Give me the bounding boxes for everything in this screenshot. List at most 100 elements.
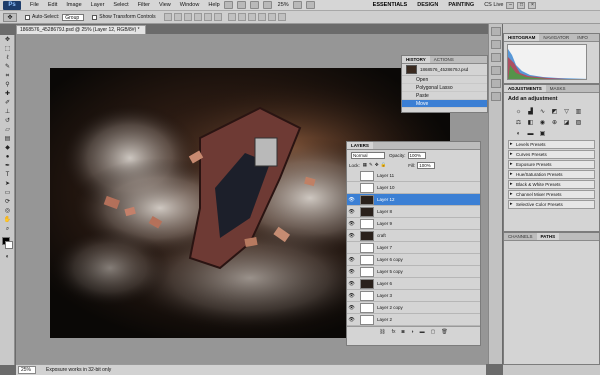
- distribute-hcenter-icon[interactable]: [267, 13, 276, 21]
- lock-position-icon[interactable]: ✥: [375, 162, 379, 168]
- distribute-vcenter-icon[interactable]: [237, 13, 246, 21]
- zoom-level[interactable]: 25%: [278, 2, 289, 8]
- visibility-eye-icon[interactable]: 👁: [347, 197, 356, 203]
- curves-icon[interactable]: ∿: [538, 108, 547, 116]
- tab-navigator[interactable]: NAVIGATOR: [539, 34, 573, 41]
- crop-tool-icon[interactable]: ⌗: [2, 72, 13, 80]
- move-tool-icon[interactable]: ✥: [2, 36, 13, 44]
- adjustment-preset-item[interactable]: Channel Mixer Presets: [508, 190, 595, 199]
- shape-tool-icon[interactable]: ▭: [2, 189, 13, 197]
- history-snapshot[interactable]: 1868576_4528679J.psd: [402, 64, 487, 76]
- workspace-painting[interactable]: PAINTING: [448, 2, 474, 8]
- healing-brush-tool-icon[interactable]: ✚: [2, 90, 13, 98]
- align-bottom-icon[interactable]: [183, 13, 192, 21]
- gradient-map-icon[interactable]: ▬: [526, 130, 535, 138]
- visibility-eye-icon[interactable]: 👁: [347, 221, 356, 227]
- menu-select[interactable]: Select: [113, 2, 128, 8]
- zoom-tool-icon[interactable]: ⌕: [2, 225, 13, 233]
- hand-tool-icon[interactable]: ✋: [2, 216, 13, 224]
- auto-select-checkbox[interactable]: [25, 14, 30, 20]
- align-top-icon[interactable]: [163, 13, 172, 21]
- layer-style-icon[interactable]: fx: [392, 329, 396, 335]
- history-brush-tool-icon[interactable]: ↺: [2, 117, 13, 125]
- distribute-left-icon[interactable]: [257, 13, 266, 21]
- lasso-tool-icon[interactable]: ℓ: [2, 54, 13, 62]
- distribute-right-icon[interactable]: [277, 13, 286, 21]
- 3d-orbit-tool-icon[interactable]: ◎: [2, 207, 13, 215]
- menu-help[interactable]: Help: [208, 2, 219, 8]
- threshold-icon[interactable]: ◐: [514, 130, 523, 138]
- tab-histogram[interactable]: HISTOGRAM: [504, 34, 540, 41]
- close-icon[interactable]: ×: [528, 1, 537, 9]
- adjustment-preset-item[interactable]: Selective Color Presets: [508, 200, 595, 209]
- marquee-tool-icon[interactable]: ⬚: [2, 45, 13, 53]
- history-step[interactable]: Paste: [402, 92, 487, 100]
- history-step[interactable]: Move: [402, 100, 487, 108]
- color-balance-icon[interactable]: ⚖: [514, 119, 523, 127]
- eyedropper-tool-icon[interactable]: ⚲: [2, 81, 13, 89]
- status-zoom-field[interactable]: 25%: [18, 366, 36, 374]
- distribute-top-icon[interactable]: [227, 13, 236, 21]
- channel-mixer-icon[interactable]: ⊕: [550, 119, 559, 127]
- document-tab[interactable]: 1868576_4528679J.psd @ 25% (Layer 12, RG…: [16, 25, 146, 34]
- visibility-eye-icon[interactable]: 👁: [347, 281, 356, 287]
- dock-brushes-icon[interactable]: [491, 53, 501, 62]
- menu-window[interactable]: Window: [180, 2, 200, 8]
- layer-row[interactable]: 👁 Layer 2 copy: [347, 302, 480, 314]
- tab-actions[interactable]: ACTIONS: [430, 56, 458, 63]
- exposure-icon[interactable]: ◩: [550, 108, 559, 116]
- align-left-icon[interactable]: [193, 13, 202, 21]
- maximize-icon[interactable]: □: [517, 1, 526, 9]
- move-tool-icon[interactable]: ✥: [3, 12, 17, 22]
- lock-pixels-icon[interactable]: ✎: [369, 162, 373, 168]
- auto-select-dropdown[interactable]: Group: [62, 13, 85, 21]
- new-group-icon[interactable]: ▬: [420, 329, 425, 335]
- visibility-eye-icon[interactable]: 👁: [347, 257, 356, 263]
- menu-file[interactable]: File: [30, 2, 39, 8]
- tab-paths[interactable]: PATHS: [536, 233, 560, 240]
- layer-row[interactable]: 👁 Layer 6: [347, 278, 480, 290]
- adjustment-preset-item[interactable]: Black & White Presets: [508, 180, 595, 189]
- zoom-tool-button[interactable]: [262, 1, 272, 9]
- layer-row[interactable]: 👁 craft: [347, 230, 480, 242]
- layer-row[interactable]: Layer 7: [347, 242, 480, 254]
- hand-tool-button[interactable]: [249, 1, 259, 9]
- dock-clone-source-icon[interactable]: [491, 66, 501, 75]
- layer-row[interactable]: Layer 10: [347, 182, 480, 194]
- adjustment-preset-item[interactable]: Curves Presets: [508, 150, 595, 159]
- layer-row[interactable]: 👁 Layer 9: [347, 218, 480, 230]
- layer-row[interactable]: 👁 Layer 5 copy: [347, 266, 480, 278]
- opacity-field[interactable]: 100%: [407, 151, 426, 159]
- layer-row[interactable]: 👁 Layer 3: [347, 290, 480, 302]
- fill-field[interactable]: 100%: [417, 161, 436, 169]
- visibility-eye-icon[interactable]: 👁: [347, 209, 356, 215]
- menu-view[interactable]: View: [159, 2, 171, 8]
- history-step[interactable]: Polygonal Lasso: [402, 84, 487, 92]
- dock-paragraph-icon[interactable]: [491, 92, 501, 101]
- black-white-icon[interactable]: ◧: [526, 119, 535, 127]
- blend-mode-dropdown[interactable]: Normal: [351, 151, 385, 159]
- menu-layer[interactable]: Layer: [91, 2, 105, 8]
- visibility-eye-icon[interactable]: 👁: [347, 305, 356, 311]
- tab-adjustments[interactable]: ADJUSTMENTS: [504, 85, 546, 92]
- lock-transparency-icon[interactable]: ▦: [363, 162, 367, 168]
- new-layer-icon[interactable]: ▢: [431, 329, 436, 335]
- dock-swatches-icon[interactable]: [491, 40, 501, 49]
- levels-icon[interactable]: ▟: [526, 108, 535, 116]
- adjustment-layer-icon[interactable]: ◑: [411, 329, 414, 335]
- tab-info[interactable]: INFO: [573, 34, 592, 41]
- posterize-icon[interactable]: ▨: [574, 119, 583, 127]
- tab-channels[interactable]: CHANNELS: [504, 233, 537, 240]
- brightness-contrast-icon[interactable]: ☼: [514, 108, 523, 116]
- visibility-eye-icon[interactable]: 👁: [347, 233, 356, 239]
- cs-live-button[interactable]: CS Live: [484, 2, 503, 8]
- path-select-tool-icon[interactable]: ➤: [2, 180, 13, 188]
- layer-row[interactable]: 👁 Layer 2: [347, 314, 480, 326]
- gradient-tool-icon[interactable]: ▤: [2, 135, 13, 143]
- menu-edit[interactable]: Edit: [48, 2, 57, 8]
- visibility-eye-icon[interactable]: 👁: [347, 317, 356, 323]
- quick-select-tool-icon[interactable]: ✎: [2, 63, 13, 71]
- menu-image[interactable]: Image: [66, 2, 81, 8]
- visibility-eye-icon[interactable]: 👁: [347, 293, 356, 299]
- align-hcenter-icon[interactable]: [203, 13, 212, 21]
